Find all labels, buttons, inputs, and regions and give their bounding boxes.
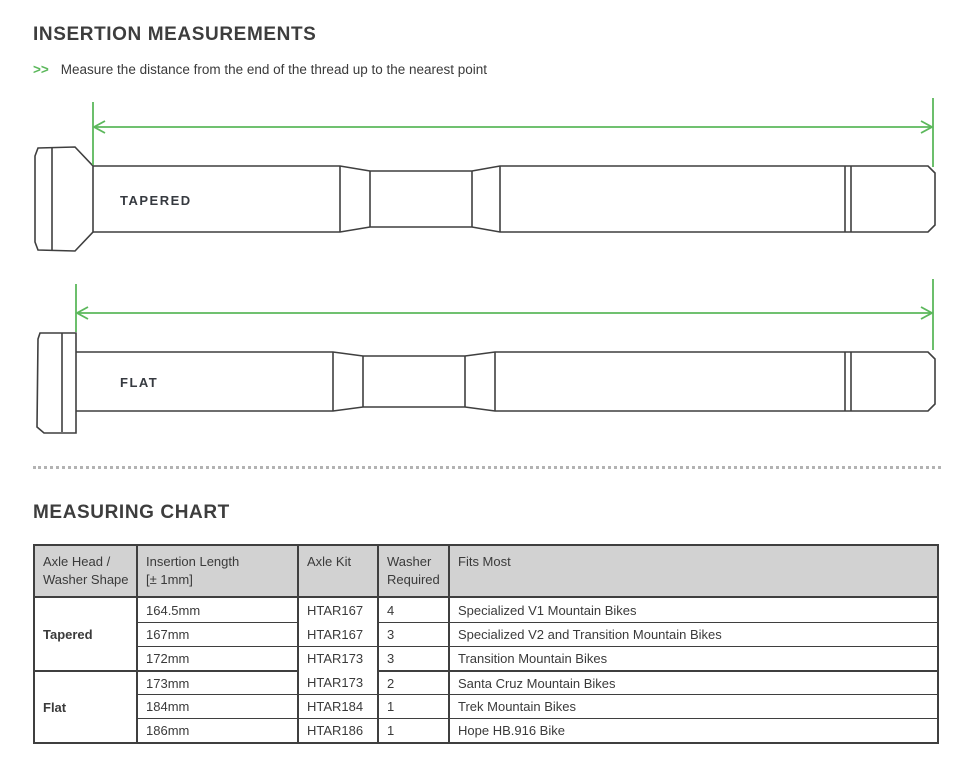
- cell-fits-most: Trek Mountain Bikes: [450, 694, 937, 718]
- cell-washer-required: 4: [379, 598, 450, 622]
- header-line: Axle Kit: [307, 553, 351, 571]
- cell-washer-required: 1: [379, 718, 450, 742]
- cell-axle-kit: HTAR173: [299, 646, 379, 670]
- instruction-line: >> Measure the distance from the end of t…: [33, 62, 487, 77]
- cell-insertion-length: 186mm: [138, 718, 299, 742]
- cell-fits-most: Specialized V1 Mountain Bikes: [450, 598, 937, 622]
- col-header-fits-most: Fits Most: [450, 546, 937, 598]
- header-line: Washer: [387, 553, 431, 571]
- cell-axle-kit: HTAR173: [299, 670, 379, 694]
- cell-fits-most: Transition Mountain Bikes: [450, 646, 937, 670]
- cell-shape-tapered: Tapered: [35, 598, 138, 670]
- header-line: Axle Head /: [43, 553, 110, 571]
- cell-insertion-length: 184mm: [138, 694, 299, 718]
- cell-fits-most: Hope HB.916 Bike: [450, 718, 937, 742]
- axle-shaft: [93, 166, 935, 232]
- tapered-label: TAPERED: [120, 193, 192, 208]
- measurement-arrow: [93, 98, 933, 167]
- cell-washer-required: 1: [379, 694, 450, 718]
- header-line: Fits Most: [458, 553, 511, 571]
- header-line: [± 1mm]: [146, 571, 193, 589]
- double-chevron-icon: >>: [33, 62, 49, 77]
- page-title: INSERTION MEASUREMENTS: [33, 24, 316, 46]
- cell-axle-kit: HTAR167: [299, 622, 379, 646]
- flat-label: FLAT: [120, 375, 158, 390]
- measuring-chart-title: MEASURING CHART: [33, 502, 230, 524]
- flat-axle-head: [37, 333, 76, 433]
- page: INSERTION MEASUREMENTS >> Measure the dis…: [0, 0, 970, 776]
- tapered-axle-diagram: [0, 95, 970, 273]
- cell-insertion-length: 173mm: [138, 670, 299, 694]
- instruction-text: Measure the distance from the end of the…: [61, 62, 487, 77]
- cell-insertion-length: 172mm: [138, 646, 299, 670]
- cell-washer-required: 3: [379, 622, 450, 646]
- cell-axle-kit: HTAR167: [299, 598, 379, 622]
- cell-shape-flat: Flat: [35, 670, 138, 742]
- cell-insertion-length: 167mm: [138, 622, 299, 646]
- header-line: Washer Shape: [43, 571, 129, 589]
- measuring-chart-table: Axle Head / Washer Shape Insertion Lengt…: [33, 544, 939, 744]
- col-header-axle-head-washer-shape: Axle Head / Washer Shape: [35, 546, 138, 598]
- flat-axle-diagram: [0, 275, 970, 453]
- axle-shaft: [76, 352, 935, 411]
- cell-washer-required: 2: [379, 670, 450, 694]
- col-header-insertion-length: Insertion Length [± 1mm]: [138, 546, 299, 598]
- col-header-washer-required: Washer Required: [379, 546, 450, 598]
- header-line: Insertion Length: [146, 553, 239, 571]
- cell-fits-most: Santa Cruz Mountain Bikes: [450, 670, 937, 694]
- cell-axle-kit: HTAR186: [299, 718, 379, 742]
- dotted-divider: [33, 466, 941, 469]
- header-line: Required: [387, 571, 440, 589]
- col-header-axle-kit: Axle Kit: [299, 546, 379, 598]
- flat-axle-outline: [37, 333, 935, 433]
- cell-fits-most: Specialized V2 and Transition Mountain B…: [450, 622, 937, 646]
- measurement-arrow: [76, 279, 933, 350]
- cell-washer-required: 3: [379, 646, 450, 670]
- tapered-axle-head: [35, 147, 93, 251]
- cell-axle-kit: HTAR184: [299, 694, 379, 718]
- cell-insertion-length: 164.5mm: [138, 598, 299, 622]
